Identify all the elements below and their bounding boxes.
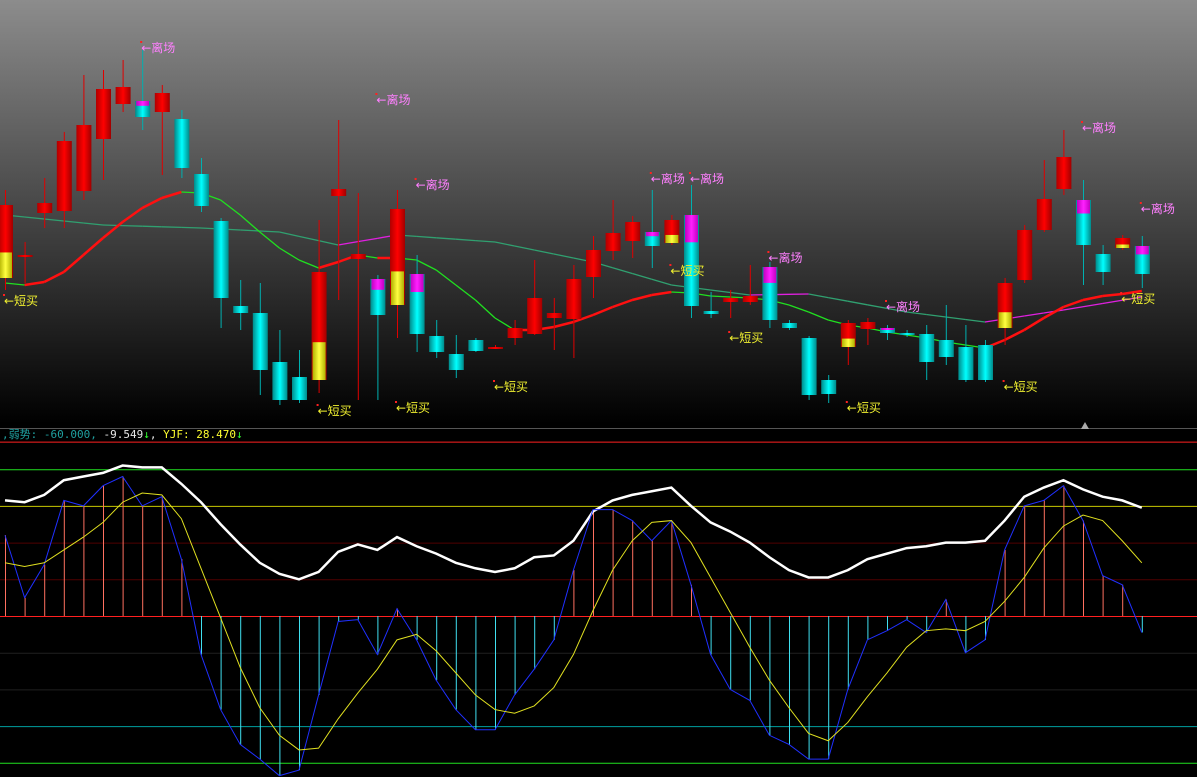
candle-body bbox=[331, 189, 347, 196]
candle-yellow-mark bbox=[312, 342, 326, 380]
indicator-panel-background bbox=[0, 424, 1197, 777]
candle-body bbox=[546, 313, 562, 318]
candle-magenta-mark bbox=[371, 279, 385, 290]
candle bbox=[762, 262, 778, 328]
candle-body bbox=[1095, 254, 1111, 272]
down-arrow-icon: ↓ bbox=[143, 428, 150, 441]
candle-body bbox=[154, 93, 170, 112]
candle-body bbox=[488, 347, 503, 349]
exit-signal-label: ←离场 bbox=[768, 250, 802, 265]
candle-body bbox=[1036, 199, 1052, 230]
candle-body bbox=[37, 203, 53, 213]
exit-signal-label: ←离场 bbox=[141, 40, 175, 55]
weak-threshold-label: 弱势: -60.000, bbox=[8, 428, 97, 441]
candle-body bbox=[194, 174, 209, 206]
candle-body bbox=[468, 340, 484, 351]
buy-signal-label: ←短买 bbox=[318, 404, 352, 418]
candle-body bbox=[625, 222, 641, 241]
candle-body bbox=[978, 345, 993, 380]
candle-magenta-mark bbox=[410, 274, 424, 292]
candle-body bbox=[938, 340, 954, 357]
candle-body bbox=[174, 119, 190, 168]
candle-body bbox=[782, 323, 797, 328]
candle-yellow-mark bbox=[0, 252, 12, 278]
candle-magenta-mark bbox=[763, 267, 777, 283]
candle-body bbox=[527, 298, 543, 334]
stock-chart: ←离场 ←离场 ←离场 ←离场 ←离场 ←离场 ←离场 ←离场 ←离场 ←短买 ←短买 ←短买 ←短买 ←… bbox=[0, 0, 1197, 777]
candle-magenta-mark bbox=[685, 215, 698, 243]
candle-body bbox=[586, 250, 601, 277]
candle-body bbox=[605, 233, 621, 251]
candle-body bbox=[703, 311, 719, 314]
candle-body bbox=[448, 354, 464, 370]
candle-body bbox=[429, 336, 445, 352]
buy-signal-label: ←短买 bbox=[494, 380, 528, 394]
exit-signal-label: ←离场 bbox=[886, 299, 920, 314]
candle-body bbox=[350, 254, 366, 259]
exit-signal-label: ←离场 bbox=[1082, 120, 1116, 135]
candle-magenta-mark bbox=[881, 328, 894, 330]
candle bbox=[801, 336, 817, 400]
buy-signal-label: ←短买 bbox=[1121, 292, 1155, 306]
candle-body bbox=[919, 334, 935, 362]
buy-signal-label: ←短买 bbox=[670, 264, 704, 278]
buy-signal-label: ←短买 bbox=[4, 294, 38, 308]
candle-body bbox=[213, 221, 229, 298]
candle-yellow-mark bbox=[998, 312, 1012, 328]
yjf-value-label: YJF: 28.470 bbox=[156, 428, 236, 441]
candle bbox=[174, 110, 190, 178]
price-panel-background bbox=[0, 0, 1197, 424]
candle-magenta-mark bbox=[645, 232, 659, 237]
down-arrow-icon: ↓ bbox=[235, 428, 243, 441]
candle-body bbox=[801, 338, 817, 395]
candle bbox=[468, 338, 484, 352]
candle-body bbox=[272, 362, 288, 400]
candle-body bbox=[1017, 230, 1033, 280]
exit-signal-label: ←离场 bbox=[1141, 201, 1175, 216]
candle-body bbox=[723, 298, 739, 302]
candle-body bbox=[292, 377, 307, 400]
candle-body bbox=[233, 306, 249, 313]
buy-signal-label: ←短买 bbox=[396, 401, 430, 415]
ma-long-segment bbox=[122, 224, 143, 227]
candle bbox=[1017, 225, 1033, 283]
exit-signal-label: ←离场 bbox=[690, 171, 724, 186]
indicator-header: ,弱势: -60.000, -9.549↓, YJF: 28.470↓ bbox=[2, 428, 243, 442]
candle-body bbox=[1056, 157, 1072, 189]
candle-body bbox=[17, 255, 33, 257]
candle-body bbox=[899, 333, 915, 335]
exit-signal-label: ←离场 bbox=[416, 177, 450, 192]
candle-magenta-mark bbox=[136, 101, 150, 106]
buy-signal-label: ←短买 bbox=[1004, 380, 1038, 394]
candle bbox=[0, 190, 13, 290]
exit-signal-label: ←离场 bbox=[376, 92, 410, 107]
candle-body bbox=[115, 87, 131, 104]
exit-signal-label: ←离场 bbox=[651, 171, 685, 186]
indicator-value-1: -9.549 bbox=[96, 428, 144, 441]
candle bbox=[978, 340, 993, 382]
ma-long-segment bbox=[181, 226, 202, 229]
candle-body bbox=[958, 347, 974, 380]
candle-yellow-mark bbox=[665, 234, 679, 243]
ma-long-segment bbox=[142, 225, 162, 228]
candle-body bbox=[742, 296, 758, 302]
candle-body bbox=[252, 313, 268, 370]
buy-signal-label: ←短买 bbox=[729, 331, 763, 345]
header-prefix: , bbox=[2, 428, 9, 441]
candle-yellow-mark bbox=[1116, 244, 1130, 248]
candle-body bbox=[507, 328, 523, 338]
candle-yellow-mark bbox=[391, 271, 404, 305]
candle-body bbox=[56, 141, 72, 211]
candle-magenta-mark bbox=[1135, 246, 1149, 255]
candle-yellow-mark bbox=[841, 338, 855, 347]
candle-body bbox=[821, 380, 837, 394]
candle-body bbox=[860, 322, 876, 329]
candle-body bbox=[96, 89, 111, 139]
buy-signal-label: ←短买 bbox=[847, 401, 881, 415]
candle-body bbox=[566, 279, 582, 319]
candle-body bbox=[76, 125, 92, 191]
ma-long-segment bbox=[161, 226, 182, 229]
candle-magenta-mark bbox=[1077, 200, 1090, 214]
